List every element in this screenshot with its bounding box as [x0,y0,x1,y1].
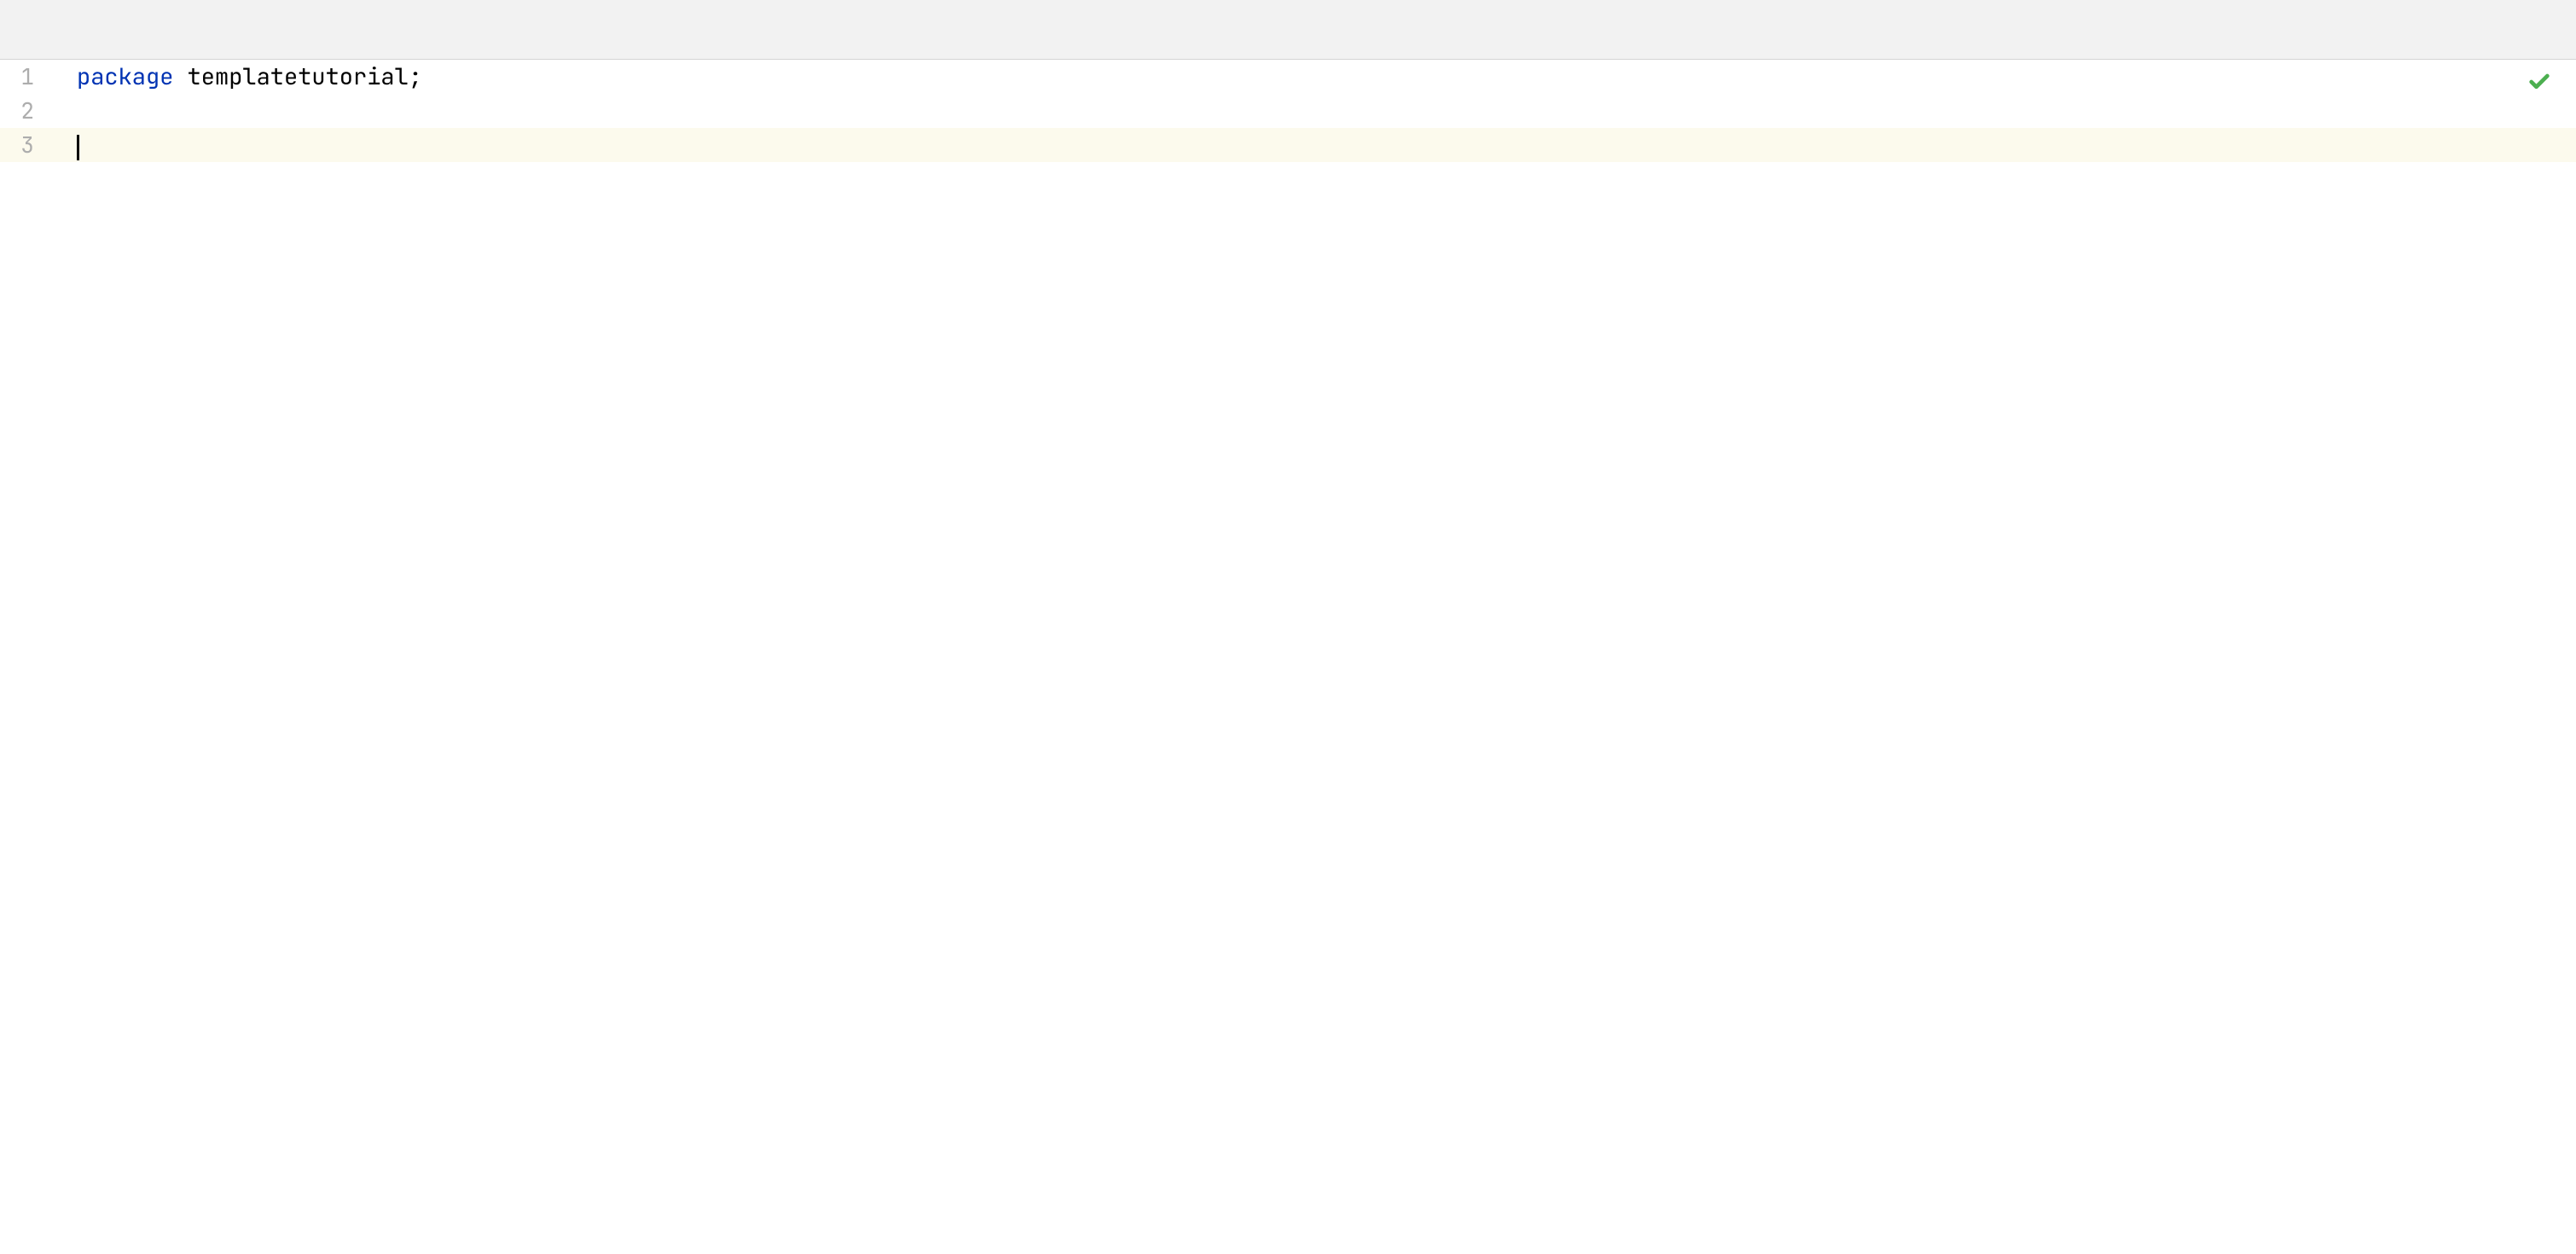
code-text[interactable] [77,94,2576,128]
code-line-1[interactable]: 1 package templatetutorial; [0,60,2576,94]
code-text[interactable]: package templatetutorial; [77,60,2576,94]
space-token [173,61,187,92]
keyword-token: package [77,61,173,92]
text-cursor [77,135,79,160]
identifier-token: templatetutorial [188,61,409,92]
gutter[interactable]: 1 [0,60,77,94]
line-number[interactable]: 1 [0,60,34,94]
inspection-status-icon[interactable] [2527,70,2555,97]
code-text[interactable] [77,128,2576,162]
editor-container: 1 package templatetutorial; 2 3 [0,0,2576,1254]
code-line-2[interactable]: 2 [0,94,2576,128]
line-number[interactable]: 2 [0,94,34,128]
line-number[interactable]: 3 [0,128,34,162]
checkmark-icon [2527,70,2551,94]
gutter[interactable]: 2 [0,94,77,128]
gutter[interactable]: 3 [0,128,77,162]
breadcrumb-bar[interactable] [0,0,2576,60]
punctuation-token: ; [409,61,422,92]
code-line-3[interactable]: 3 [0,128,2576,162]
code-area[interactable]: 1 package templatetutorial; 2 3 [0,60,2576,1254]
